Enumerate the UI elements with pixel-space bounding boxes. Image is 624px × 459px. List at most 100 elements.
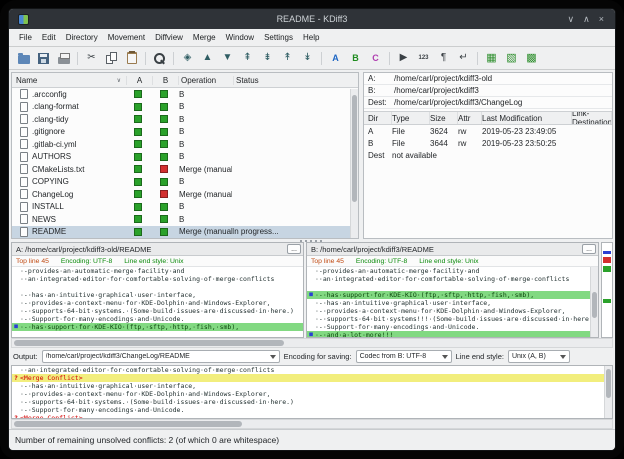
dir-merge-icon: ▧ [506,53,516,64]
line-marker: ■ [12,323,20,331]
file-name: .clang-format [32,102,125,111]
close-icon[interactable]: × [599,15,604,24]
next-delta-icon: ▼ [223,53,233,63]
dir-compare-button[interactable]: ▦ [482,49,501,68]
find-button[interactable] [150,49,169,68]
output-vertical-scrollbar[interactable] [604,366,612,418]
merge-output-editor[interactable]: ··an·integrated·editor·for·comfortable·s… [11,365,613,419]
prev-unsolved-conflict-button[interactable]: ↟ [278,49,297,68]
prev-delta-button[interactable]: ▲ [198,49,217,68]
column-header-status[interactable]: Status [234,76,358,85]
info-table-row: B File 3644 rw 2019-05-23 23:50:25 [364,137,612,149]
minimize-icon[interactable]: ∨ [568,15,575,24]
column-header-operation[interactable]: Operation [179,76,234,85]
tree-row[interactable]: .gitignore B [12,126,358,139]
tree-row[interactable]: .gitlab-ci.yml B [12,138,358,151]
menu-item[interactable]: Window [221,33,259,42]
tree-vertical-scrollbar[interactable] [350,89,358,238]
info-table-header: Dir Type Size Attr Last Modification Lin… [364,111,612,125]
current-delta-icon: ◈ [184,53,192,63]
maximize-icon[interactable]: ∧ [583,15,590,24]
save-button[interactable] [34,49,53,68]
cut-button[interactable]: ✂ [82,49,101,68]
menu-item[interactable]: Movement [103,33,150,42]
tree-row[interactable]: README Merge (manual) In progress... [12,226,358,239]
menu-item[interactable]: Help [298,33,324,42]
overview-column[interactable] [601,242,613,338]
horizontal-splitter[interactable] [9,239,615,242]
scrollbar-thumb[interactable] [352,95,357,202]
pane-a-browse-button[interactable]: ... [287,244,301,254]
code-line: ··an·integrated·editor·for·comfortable·s… [12,275,303,283]
copy-button[interactable] [102,49,121,68]
code-line: ·-·has·an·intuitive·graphical·user·inter… [307,299,598,307]
column-header-name[interactable]: Name ∨ [12,76,127,85]
pane-b-browse-button[interactable]: ... [582,244,596,254]
tree-row[interactable]: COPYING B [12,176,358,189]
dir-merge-button[interactable]: ▧ [502,49,521,68]
tree-header[interactable]: Name ∨ A B Operation Status [12,73,358,88]
pane-b-text[interactable]: ·-provides·an·automatic·merge·facility·a… [307,267,598,337]
line-end-combo[interactable]: Unix (A, B) [508,350,570,363]
titlebar[interactable]: README - KDiff3 ∨ ∧ × [9,9,615,29]
tree-row[interactable]: NEWS B [12,213,358,226]
show-line-numbers-button[interactable]: 123 [414,49,433,68]
menu-item[interactable]: Diffview [150,33,188,42]
column-header-b[interactable]: B [153,76,179,85]
info-attr: rw [458,127,482,136]
menu-item[interactable]: Directory [61,33,103,42]
toolbar-separator [389,52,390,65]
menu-item[interactable]: Settings [259,33,298,42]
tree-row[interactable]: ChangeLog Merge (manual) [12,188,358,201]
pane-b-vertical-scrollbar[interactable] [590,267,598,337]
next-unsolved-conflict-button[interactable]: ↡ [298,49,317,68]
select-c-button[interactable]: C [366,49,385,68]
output-path-combo[interactable]: /home/carl/project/kdiff3/ChangeLog/READ… [42,350,280,363]
scrollbar-thumb[interactable] [14,340,284,346]
line-text: ·-·supports·64-bit·systems.·(Some·build·… [20,307,303,315]
line-marker [12,398,20,406]
next-delta-button[interactable]: ▼ [218,49,237,68]
auto-advance-button[interactable]: ▶ [394,49,413,68]
pane-a-text[interactable]: ·-provides·an·automatic·merge·facility·a… [12,267,303,337]
tree-row[interactable]: CMakeLists.txt Merge (manual) [12,163,358,176]
select-b-button[interactable]: B [346,49,365,68]
tree-row[interactable]: AUTHORS B [12,151,358,164]
word-wrap-button[interactable]: ↵ [454,49,473,68]
column-b-cell [151,190,177,198]
next-conflict-button[interactable]: ⇟ [258,49,277,68]
menu-item[interactable]: File [14,33,37,42]
next-conflict-icon: ⇟ [263,53,271,63]
menu-item[interactable]: Merge [188,33,221,42]
scrollbar-thumb[interactable] [14,421,242,427]
go-current-delta-button[interactable]: ◈ [178,49,197,68]
column-header-a[interactable]: A [127,76,153,85]
line-marker [12,307,20,315]
select-a-button[interactable]: A [326,49,345,68]
line-marker [307,299,315,307]
menu-item[interactable]: Edit [37,33,61,42]
diff-horizontal-scrollbar[interactable] [11,338,613,348]
print-button[interactable] [54,49,73,68]
dir-view-button[interactable]: ▩ [522,49,541,68]
output-horizontal-scrollbar[interactable] [11,419,613,429]
line-marker [12,299,20,307]
show-whitespace-button[interactable]: ¶ [434,49,453,68]
open-button[interactable] [14,49,33,68]
toolbar-separator [477,52,478,65]
line-marker [307,323,315,331]
tree-row[interactable]: .arcconfig B [12,88,358,101]
encoding-combo[interactable]: Codec from B: UTF-8 [356,350,452,363]
tree-row[interactable]: INSTALL B [12,201,358,214]
file-name: AUTHORS [32,152,125,161]
paste-button[interactable] [122,49,141,68]
tree-row[interactable]: .clang-format B [12,101,358,114]
pane-a-encoding: Encoding: UTF-8 [61,258,112,265]
info-table-row: Dest not available [364,149,612,161]
scrollbar-thumb[interactable] [592,292,597,319]
line-text: ·-·supports·64·bit·systems.·(Some·build·… [20,398,612,406]
tree-row[interactable]: .clang-tidy B [12,113,358,126]
file-name: .clang-tidy [32,115,125,124]
scrollbar-thumb[interactable] [606,369,611,398]
prev-conflict-button[interactable]: ⇞ [238,49,257,68]
